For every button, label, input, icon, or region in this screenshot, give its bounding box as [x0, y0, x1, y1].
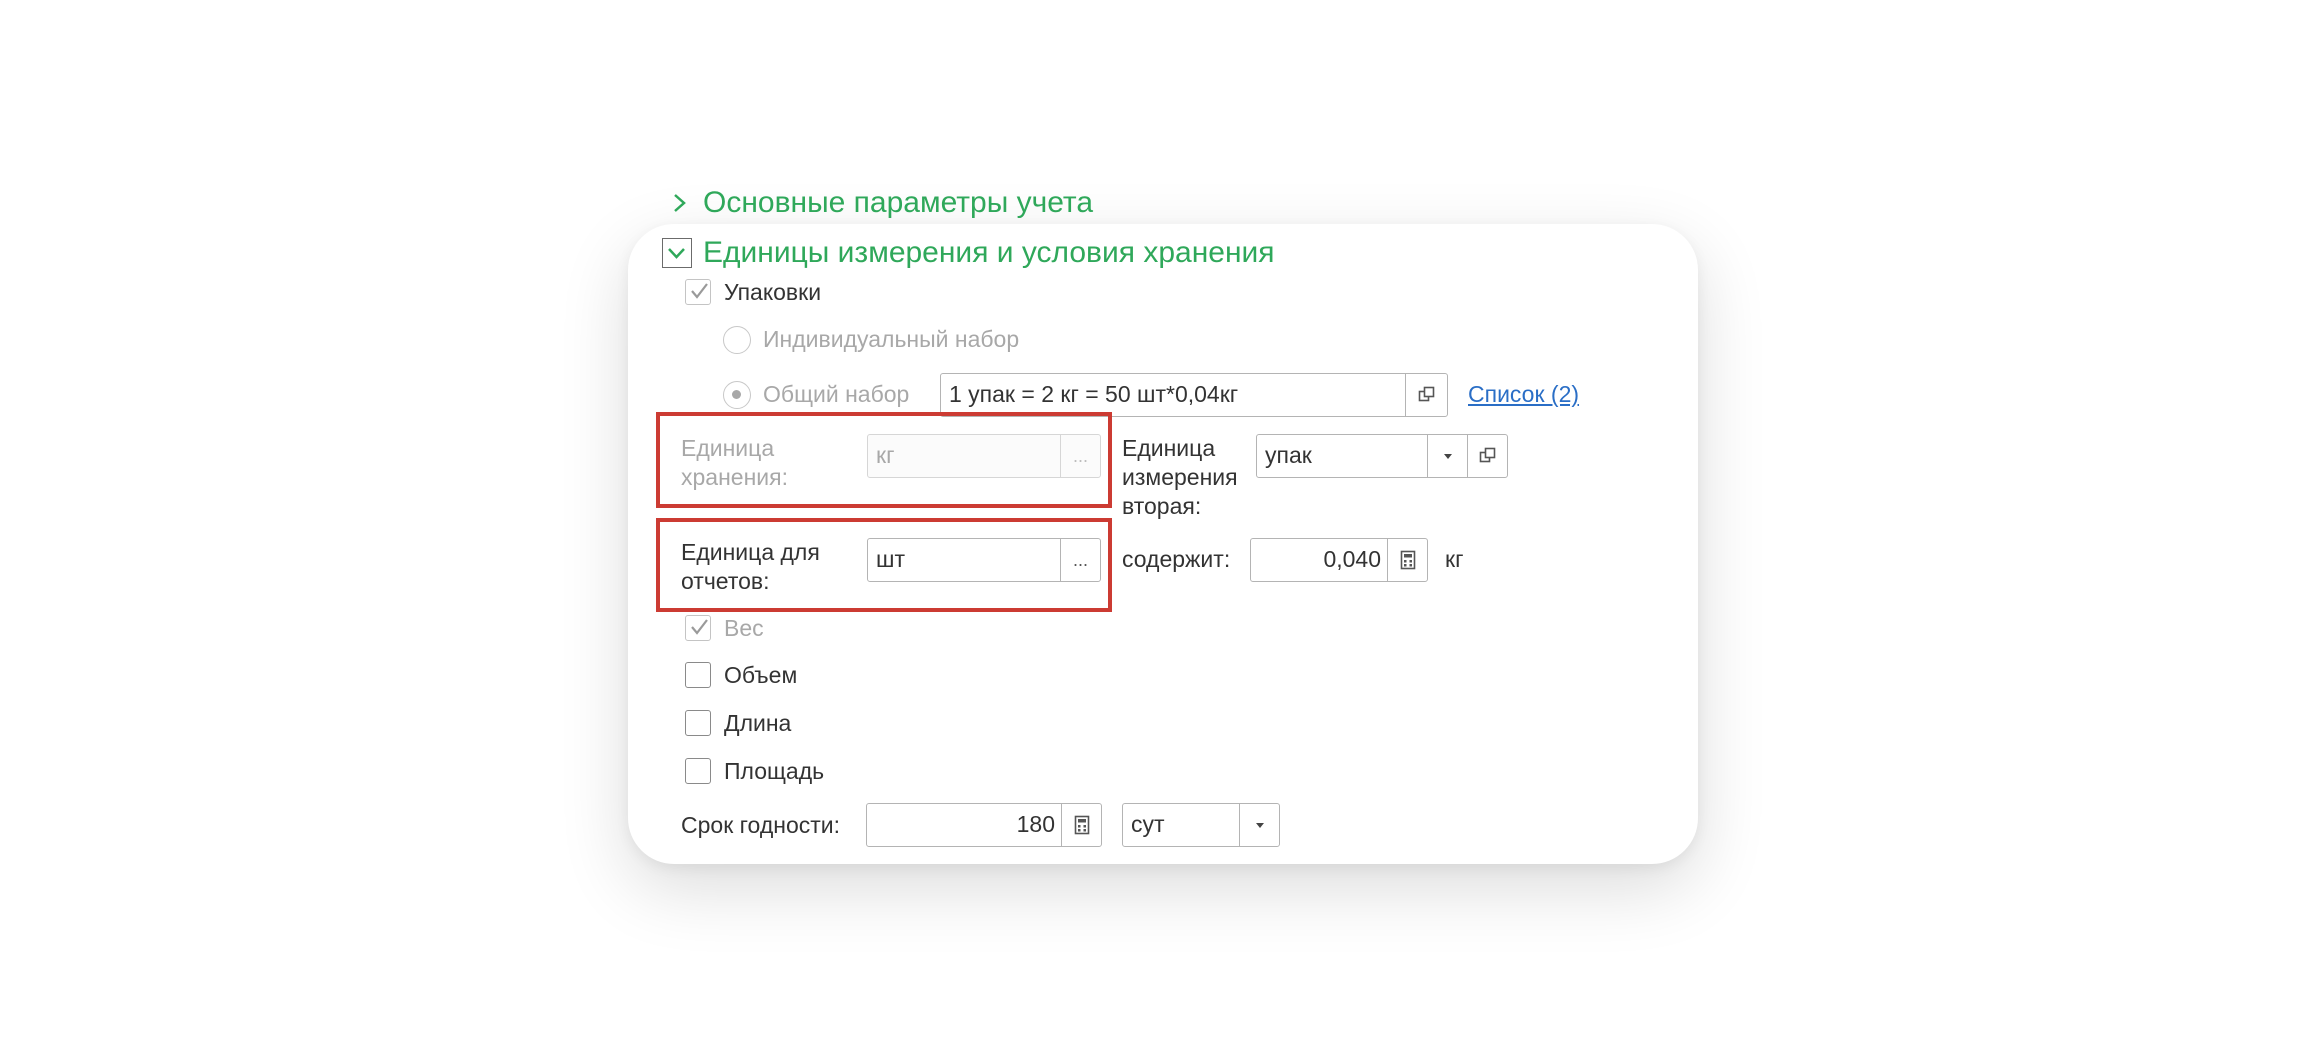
dropdown-arrow-icon[interactable]	[1427, 435, 1467, 477]
contains-value: 0,040	[1323, 546, 1381, 572]
shelf-life-unit-select[interactable]: сут	[1122, 803, 1280, 847]
packaging-checkbox[interactable]	[685, 279, 711, 305]
shelf-life-unit-value: сут	[1131, 811, 1165, 837]
common-set-value: 1 упак = 2 кг = 50 шт*0,04кг	[949, 381, 1239, 407]
open-icon[interactable]	[1405, 374, 1447, 416]
highlight-report-unit	[656, 518, 1112, 612]
volume-label: Объем	[724, 662, 798, 688]
individual-set-label: Индивидуальный набор	[763, 326, 1020, 352]
common-set-label: Общий набор	[763, 381, 910, 407]
contains-label: содержит:	[1122, 546, 1231, 572]
section-main-params-title[interactable]: Основные параметры учета	[703, 184, 1093, 222]
second-unit-field[interactable]: упак	[1256, 434, 1508, 478]
area-checkbox[interactable]	[685, 758, 711, 784]
second-unit-label-line3: вторая:	[1122, 493, 1202, 519]
weight-label: Вес	[724, 615, 764, 641]
second-unit-label: Единица измерения вторая:	[1122, 434, 1238, 521]
contains-field[interactable]: 0,040	[1250, 538, 1428, 582]
length-label: Длина	[724, 710, 792, 736]
packaging-label: Упаковки	[724, 279, 822, 305]
chevron-down-icon[interactable]	[662, 238, 692, 268]
length-checkbox[interactable]	[685, 710, 711, 736]
calculator-icon[interactable]	[1387, 539, 1427, 581]
common-set-field[interactable]: 1 упак = 2 кг = 50 шт*0,04кг	[940, 373, 1448, 417]
common-set-radio[interactable]	[723, 381, 751, 409]
highlight-storage-unit	[656, 412, 1112, 508]
volume-checkbox[interactable]	[685, 662, 711, 688]
second-unit-value: упак	[1265, 442, 1312, 468]
shelf-life-field[interactable]: 180	[866, 803, 1102, 847]
individual-set-radio[interactable]	[723, 326, 751, 354]
radio-selected-dot	[732, 390, 741, 399]
chevron-right-icon[interactable]	[668, 188, 692, 218]
calculator-icon[interactable]	[1061, 804, 1101, 846]
shelf-life-label: Срок годности:	[681, 812, 841, 838]
weight-checkbox[interactable]	[685, 615, 711, 641]
contains-unit: кг	[1445, 546, 1464, 572]
packaging-list-link[interactable]: Список (2)	[1468, 380, 1579, 409]
area-label: Площадь	[724, 758, 825, 784]
open-icon[interactable]	[1467, 435, 1507, 477]
section-units-storage-title[interactable]: Единицы измерения и условия хранения	[703, 234, 1275, 272]
shelf-life-value: 180	[1016, 811, 1055, 837]
second-unit-label-line2: измерения	[1122, 464, 1238, 490]
dropdown-arrow-icon[interactable]	[1239, 804, 1279, 846]
second-unit-label-line1: Единица	[1122, 435, 1216, 461]
